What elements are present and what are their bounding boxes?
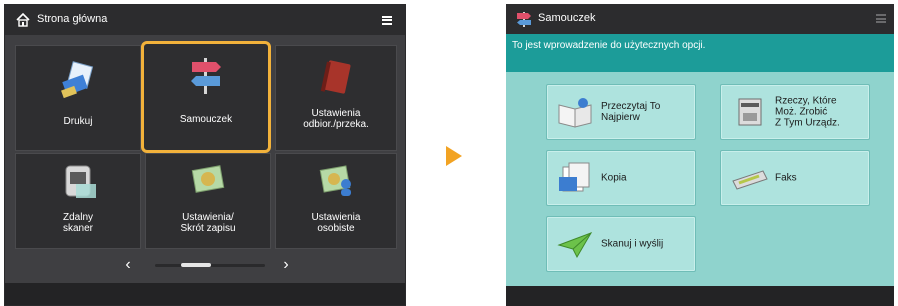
tutorial-header: Samouczek [506,4,894,34]
tutorial-screen: Samouczek To jest wprowadzenie do użytec… [506,4,894,306]
scanner-icon [65,165,96,198]
button-label: Faks [775,172,797,184]
status-bar [506,286,894,306]
menu-icon [382,15,392,25]
tile-skrot-zapisu[interactable]: Ustawienia/ Skrót zapisu [145,153,271,249]
print-icon [61,61,94,99]
button-label: Przeczytaj To Najpierw [601,101,661,123]
tile-label: Drukuj [63,116,93,127]
tile-samouczek[interactable]: Samouczek [141,41,271,153]
button-label: Kopia [601,172,627,184]
tile-zdalny-skaner[interactable]: Zdalny skaner [15,153,141,249]
button-label: Rzeczy, Które Moż. Zrobić Z Tym Urządz. [775,95,840,129]
prev-page-button[interactable]: ‹ [119,255,137,275]
transition-arrow-icon [446,146,462,166]
fax-icon [732,170,768,190]
page-thumb [181,263,211,267]
intro-text: To jest wprowadzenie do użytecznych opcj… [512,40,706,51]
menu-icon[interactable] [876,14,886,23]
status-bar [5,283,405,305]
tutorial-title: Samouczek [538,12,596,24]
read-first-icon [558,98,592,128]
tile-ustawienia-odbior[interactable]: Ustawienia odbior./przeka. [275,45,397,151]
device-features-button[interactable]: Rzeczy, Które Moż. Zrobić Z Tym Urządz. [720,84,870,140]
menu-button[interactable] [375,10,399,30]
home-header: Strona główna [5,5,405,35]
button-label: Skanuj i wyślij [601,238,664,250]
tile-drukuj[interactable]: Drukuj [15,45,141,151]
settings-paper-icon [191,165,225,193]
scan-send-icon [557,232,593,259]
read-first-button[interactable]: Przeczytaj To Najpierw [546,84,696,140]
home-icon[interactable] [15,12,31,28]
signpost-icon [191,58,221,94]
intro-banner: To jest wprowadzenie do użytecznych opcj… [506,34,894,72]
tile-label: Ustawienia/ Skrót zapisu [180,212,236,234]
tile-ustawienia-osobiste[interactable]: Ustawienia osobiste [275,153,397,249]
next-page-button[interactable]: › [277,255,295,275]
home-title: Strona główna [37,13,108,25]
book-icon [320,60,351,94]
copy-icon [559,162,590,192]
tile-label: Ustawienia osobiste [311,212,361,234]
tile-label: Samouczek [179,114,233,125]
tile-label: Zdalny skaner [62,212,93,234]
home-screen: Strona główna Drukuj Samouczek Ustawieni… [4,4,406,306]
tile-label: Ustawienia odbior./przeka. [303,108,369,130]
fax-button[interactable]: Faks [720,150,870,206]
scan-send-button[interactable]: Skanuj i wyślij [546,216,696,272]
device-icon [738,98,762,126]
page-indicator: ‹ › [5,255,405,275]
copy-button[interactable]: Kopia [546,150,696,206]
signpost-icon [517,12,531,27]
personal-settings-icon [319,165,351,196]
